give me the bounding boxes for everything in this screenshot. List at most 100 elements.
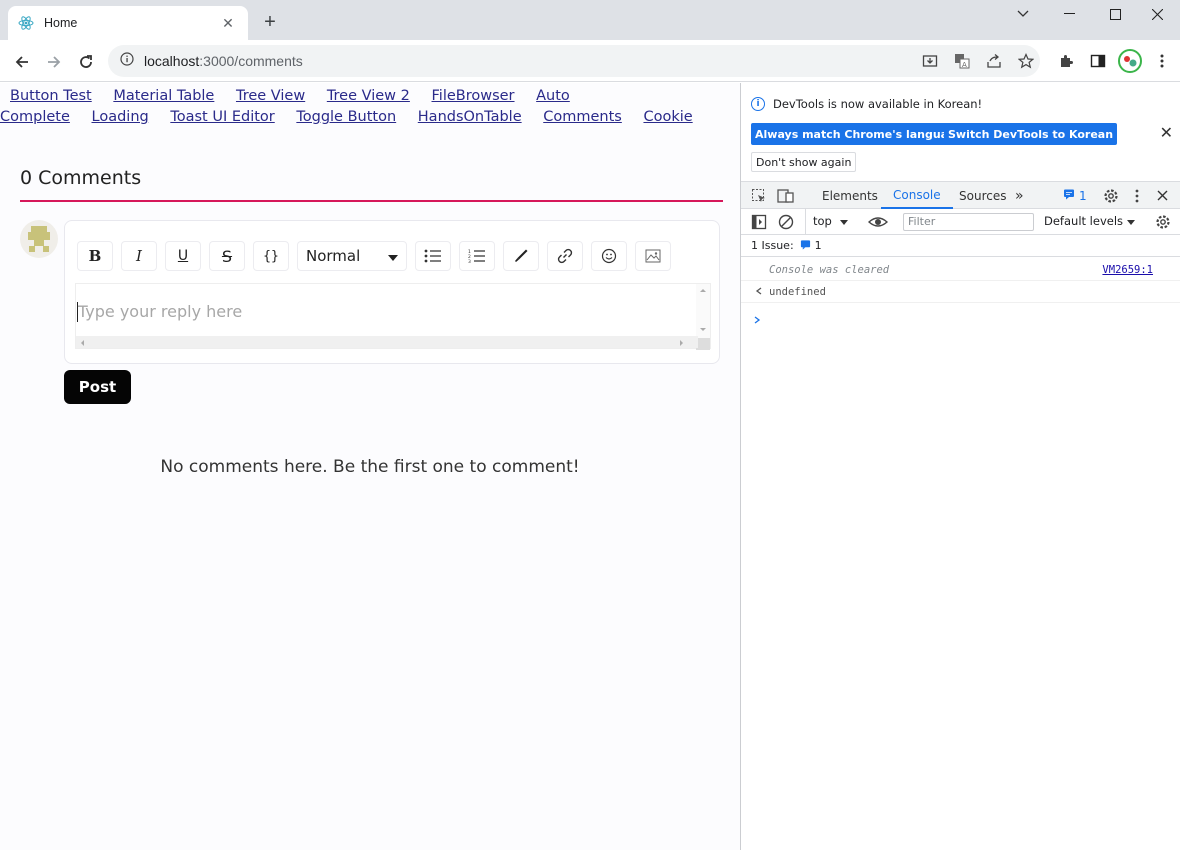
switch-to-korean-button[interactable]: Switch DevTools to Korean	[944, 123, 1118, 145]
caret-down-icon	[388, 247, 398, 265]
page-content: Button Test Material Table Tree View Tre…	[0, 83, 740, 850]
text-format-value: Normal	[306, 247, 361, 265]
horizontal-scrollbar[interactable]	[76, 336, 698, 348]
nav-link-complete[interactable]: Complete	[0, 109, 70, 125]
tab-title: Home	[44, 16, 78, 30]
emoji-icon[interactable]	[591, 241, 627, 271]
tab-elements[interactable]: Elements	[822, 182, 878, 209]
console-prompt[interactable]	[753, 309, 761, 328]
live-expression-eye-icon[interactable]	[867, 214, 889, 234]
toolbar-divider	[805, 209, 806, 235]
nav-link-comments[interactable]: Comments	[543, 109, 622, 125]
url-text: localhost:3000/comments	[144, 53, 303, 69]
site-info-icon[interactable]	[120, 51, 134, 71]
more-tabs-icon[interactable]: »	[1015, 182, 1024, 209]
device-toolbar-icon[interactable]	[777, 182, 795, 209]
nav-links: Button Test Material Table Tree View Tre…	[0, 86, 730, 128]
nav-link-button-test[interactable]: Button Test	[10, 88, 92, 104]
issues-bar-label: 1 Issue:	[751, 239, 794, 252]
context-selector[interactable]: top	[813, 214, 848, 228]
nav-link-toast-ui-editor[interactable]: Toast UI Editor	[170, 109, 274, 125]
tab-search-icon[interactable]	[1000, 0, 1046, 28]
forward-icon[interactable]	[40, 48, 68, 76]
user-avatar	[20, 220, 58, 258]
devtools-panel: i DevTools is now available in Korean! A…	[740, 83, 1180, 850]
issues-bar[interactable]: 1 Issue: 1	[741, 235, 1180, 257]
match-language-button[interactable]: Always match Chrome's language	[751, 123, 968, 145]
translate-icon[interactable]: A	[950, 49, 974, 73]
browser-tab-bar: Home ✕ +	[0, 0, 1180, 40]
vertical-scrollbar[interactable]	[696, 284, 710, 350]
sidebar-toggle-icon[interactable]	[751, 214, 767, 234]
console-cleared-text: Console was cleared	[769, 263, 890, 276]
nav-link-material-table[interactable]: Material Table	[113, 88, 214, 104]
tab-sources[interactable]: Sources	[959, 182, 1006, 209]
react-icon	[18, 15, 34, 31]
nav-link-cookie[interactable]: Cookie	[643, 109, 692, 125]
bookmark-star-icon[interactable]	[1014, 49, 1038, 73]
empty-comments-message: No comments here. Be the first one to co…	[160, 457, 580, 477]
nav-links-row1: Button Test Material Table Tree View Tre…	[0, 86, 730, 107]
share-icon[interactable]	[982, 49, 1006, 73]
prompt-chevron-icon	[753, 309, 761, 328]
side-panel-icon[interactable]	[1086, 49, 1110, 73]
clear-console-icon[interactable]	[778, 214, 794, 234]
console-filter-input[interactable]: Filter	[903, 213, 1034, 231]
dont-show-again-button[interactable]: Don't show again	[751, 152, 857, 172]
maximize-icon[interactable]	[1092, 0, 1138, 28]
nav-link-filebrowser[interactable]: FileBrowser	[432, 88, 515, 104]
context-value: top	[813, 214, 832, 228]
install-app-icon[interactable]	[918, 49, 942, 73]
nav-link-auto[interactable]: Auto	[536, 88, 570, 104]
numbered-list-button[interactable]: 123	[459, 241, 495, 271]
tab-console[interactable]: Console	[881, 182, 953, 209]
inspect-element-icon[interactable]	[751, 182, 767, 209]
bold-button[interactable]: B	[77, 241, 113, 271]
settings-gear-icon[interactable]	[1103, 182, 1119, 209]
minimize-icon[interactable]	[1046, 0, 1092, 28]
reload-icon[interactable]	[72, 48, 100, 76]
devtools-menu-icon[interactable]	[1135, 182, 1139, 209]
dropdown-arrow-icon	[839, 214, 848, 228]
code-block-button[interactable]: {}	[253, 241, 289, 271]
nav-link-tree-view[interactable]: Tree View	[236, 88, 305, 104]
infobar-message: i DevTools is now available in Korean!	[751, 97, 982, 111]
console-line-cleared: Console was cleared VM2659:1	[741, 259, 1180, 281]
chrome-menu-icon[interactable]	[1150, 49, 1174, 73]
issues-bar-count: 1	[814, 239, 822, 252]
tab-close-icon[interactable]: ✕	[218, 15, 238, 32]
close-window-icon[interactable]	[1134, 0, 1180, 28]
new-tab-icon[interactable]: +	[258, 11, 282, 35]
nav-link-tree-view-2[interactable]: Tree View 2	[327, 88, 410, 104]
link-icon[interactable]	[547, 241, 583, 271]
language-infobar: i DevTools is now available in Korean! A…	[741, 83, 1180, 176]
console-settings-gear-icon[interactable]	[1155, 214, 1171, 234]
nav-link-toggle-button[interactable]: Toggle Button	[296, 109, 396, 125]
bullet-list-button[interactable]	[415, 241, 451, 271]
back-icon[interactable]	[8, 48, 36, 76]
close-devtools-icon[interactable]	[1157, 182, 1168, 209]
image-icon[interactable]	[635, 241, 671, 271]
extensions-icon[interactable]	[1054, 49, 1078, 73]
italic-button[interactable]: I	[121, 241, 157, 271]
nav-link-loading[interactable]: Loading	[92, 109, 149, 125]
color-picker-icon[interactable]	[503, 241, 539, 271]
text-format-select[interactable]: Normal	[297, 241, 407, 271]
address-bar[interactable]: localhost:3000/comments	[108, 45, 1040, 77]
url-path: :3000/comments	[199, 53, 303, 69]
strikethrough-button[interactable]: S	[209, 241, 245, 271]
post-button[interactable]: Post	[64, 370, 131, 404]
log-levels-dropdown[interactable]: Default levels	[1044, 214, 1136, 228]
editor-toolbar: B I U S {} Normal 123	[77, 239, 679, 273]
console-source-link[interactable]: VM2659:1	[1102, 264, 1153, 276]
profile-avatar-icon[interactable]	[1118, 49, 1142, 73]
issues-counter[interactable]: 1	[1063, 182, 1087, 209]
console-result-text: undefined	[769, 285, 826, 298]
nav-links-row2: Complete Loading Toast UI Editor Toggle …	[0, 107, 730, 128]
nav-link-handsontable[interactable]: HandsOnTable	[418, 109, 522, 125]
reply-placeholder: Type your reply here	[78, 302, 243, 321]
reply-input[interactable]: Type your reply here	[75, 283, 711, 350]
underline-button[interactable]: U	[165, 241, 201, 271]
infobar-close-icon[interactable]: ✕	[1160, 123, 1173, 142]
browser-tab[interactable]: Home ✕	[8, 6, 248, 40]
